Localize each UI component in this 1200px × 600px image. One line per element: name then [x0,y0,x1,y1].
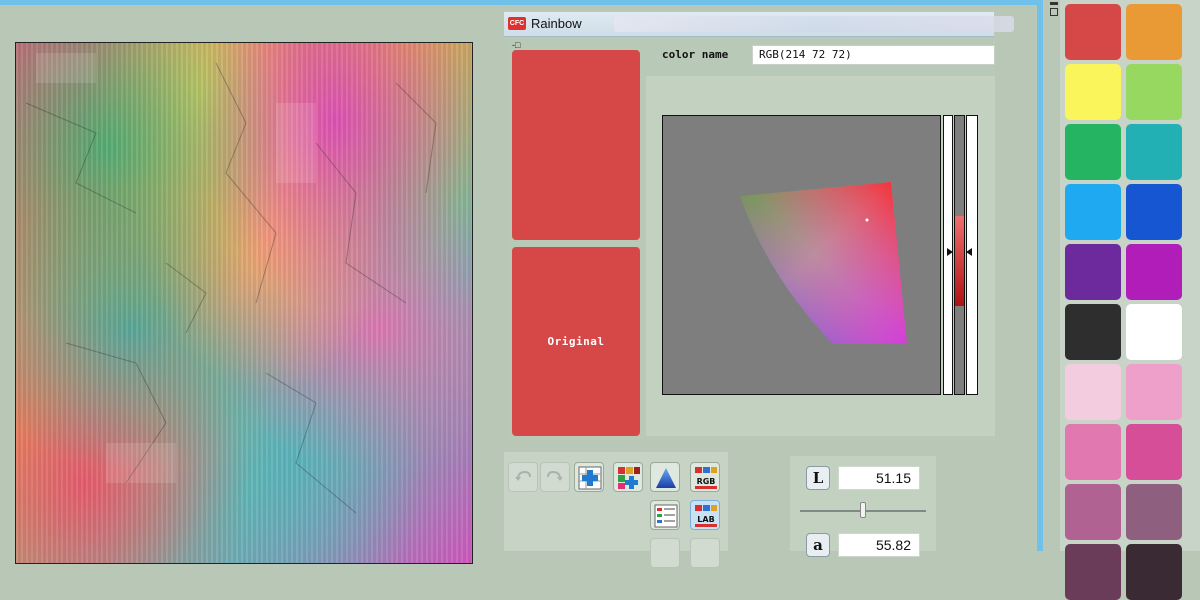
add-palette-icon [618,467,640,489]
l-channel-button[interactable]: L [806,466,830,490]
list-icon [654,504,678,528]
canvas-texture [25,53,437,514]
palette-swatch[interactable] [1065,544,1121,600]
artwork-canvas[interactable] [15,42,473,564]
triangle-icon [656,468,676,488]
app-logo-icon: CFC [508,17,526,30]
palette-swatch[interactable] [1065,124,1121,180]
rgb-icon: RGB [695,467,717,489]
palette-swatch[interactable] [1126,124,1182,180]
window-title: Rainbow [531,16,582,31]
blurred-region [614,16,1014,32]
add-grid-icon [578,466,602,490]
redo-button[interactable] [540,462,570,492]
gamut-svg [740,182,907,344]
toolbar-button-extra-2[interactable] [690,538,720,568]
rainbow-titlebar[interactable]: CFC Rainbow [504,12,1014,37]
l-value-field[interactable]: 51.15 [838,466,920,490]
redo-icon [547,470,563,481]
triangle-button[interactable] [650,462,680,492]
undo-button[interactable] [508,462,538,492]
l-slider-knob[interactable] [860,502,866,518]
add-grid-button[interactable] [574,462,604,492]
a-value-field[interactable]: 55.82 [838,533,920,557]
color-gamut-plot[interactable] [662,115,941,395]
palette-swatch[interactable] [1065,64,1121,120]
lightness-slider[interactable] [954,115,965,395]
palette-swatch[interactable] [1126,244,1182,300]
rgb-text: RGB [697,477,716,486]
color-name-label: color name [662,48,729,61]
palette-swatch[interactable] [1065,184,1121,240]
current-color-swatch [512,50,640,240]
add-palette-button[interactable] [613,462,643,492]
palette-swatch[interactable] [1065,244,1121,300]
palette-swatch[interactable] [1065,364,1121,420]
color-marker [865,218,869,222]
palette-swatch[interactable] [1126,304,1182,360]
top-border [0,0,1040,5]
palette-swatch[interactable] [1065,424,1121,480]
undo-icon [515,470,531,481]
palette-collapse-icon[interactable] [1050,2,1058,18]
lab-text: LAB [697,515,714,524]
palette-swatch[interactable] [1126,424,1182,480]
palette-swatch[interactable] [1126,364,1182,420]
restore-icon[interactable]: -□ [512,40,520,50]
rgb-button[interactable]: RGB [690,462,720,492]
a-channel-button[interactable]: a [806,533,830,557]
palette-swatch[interactable] [1065,4,1121,60]
window-right-border [1037,0,1043,551]
palette-swatch[interactable] [1126,184,1182,240]
palette-swatch[interactable] [1126,484,1182,540]
lab-button[interactable]: LAB [690,500,720,530]
list-button[interactable] [650,500,680,530]
toolbar-button-extra[interactable] [650,538,680,568]
palette-swatch[interactable] [1126,64,1182,120]
color-name-field[interactable]: RGB(214 72 72) [752,45,995,65]
slider-arrow-right-icon[interactable] [966,248,972,256]
palette-swatch[interactable] [1126,544,1182,600]
original-color-swatch[interactable]: Original [512,247,640,436]
lab-icon: LAB [695,505,717,527]
palette-swatch[interactable] [1065,484,1121,540]
palette-swatch[interactable] [1126,4,1182,60]
original-label: Original [547,335,605,348]
palette-swatch[interactable] [1065,304,1121,360]
slider-arrow-left-icon[interactable] [947,248,953,256]
